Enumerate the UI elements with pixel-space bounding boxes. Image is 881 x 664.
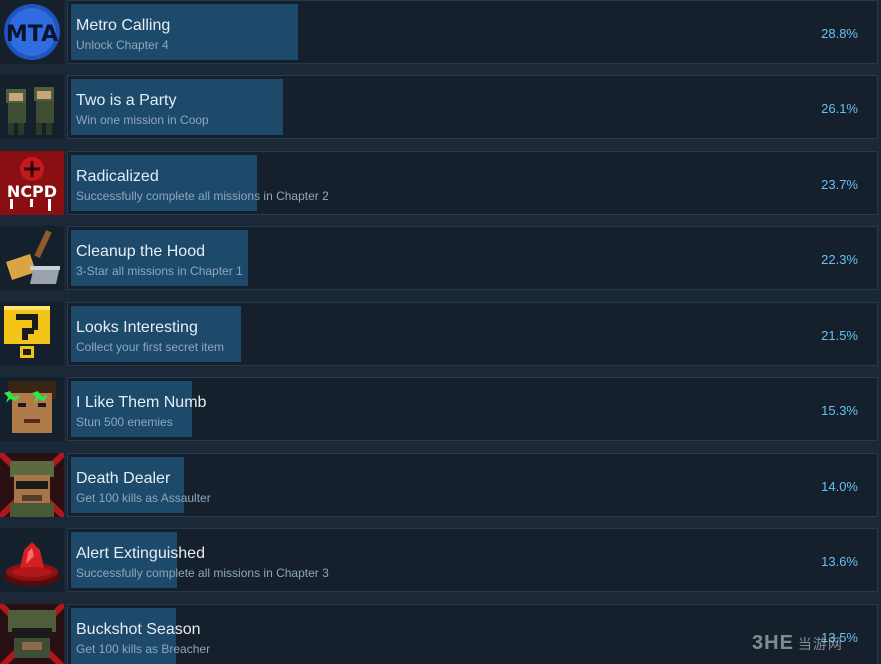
ncpd-graffiti-icon: NCPD	[0, 151, 64, 215]
achievement-row[interactable]: Two is a Party Win one mission in Coop 2…	[0, 75, 881, 139]
achievement-title: Buckshot Season	[76, 621, 201, 638]
achievement-description: Get 100 kills as Assaulter	[76, 491, 211, 505]
achievement-description: Stun 500 enemies	[76, 415, 173, 429]
site-watermark: 3HE 当游网	[752, 632, 878, 660]
achievement-description: Get 100 kills as Breacher	[76, 642, 211, 656]
achievement-title: Two is a Party	[76, 92, 177, 109]
watermark-logo: 3HE	[752, 632, 794, 654]
dazed-face-icon	[0, 377, 64, 441]
assaulter-soldier-icon	[0, 453, 64, 517]
achievement-title: Looks Interesting	[76, 319, 198, 336]
achievement-percent: 15.3%	[821, 403, 858, 418]
achievement-row[interactable]: MTA Metro Calling Unlock Chapter 4 28.8%	[0, 0, 881, 64]
achievement-percent: 28.8%	[821, 26, 858, 41]
achievement-card: Metro Calling Unlock Chapter 4 28.8%	[67, 0, 878, 64]
breacher-soldier-icon	[0, 604, 64, 664]
achievement-description: Collect your first secret item	[76, 340, 225, 354]
achievement-card: Death Dealer Get 100 kills as Assaulter …	[67, 453, 878, 517]
svg-text:NCPD: NCPD	[7, 182, 57, 201]
achievement-title: Cleanup the Hood	[76, 243, 205, 260]
watermark-text: 当游网	[797, 636, 843, 652]
achievement-card: Looks Interesting Collect your first sec…	[67, 302, 878, 366]
question-mark-icon	[0, 302, 64, 366]
achievement-percent: 21.5%	[821, 328, 858, 343]
alarm-light-icon	[0, 528, 64, 592]
achievement-row[interactable]: Cleanup the Hood 3-Star all missions in …	[0, 226, 881, 290]
achievement-list: MTA Metro Calling Unlock Chapter 4 28.8%	[0, 0, 881, 664]
achievement-row[interactable]: I Like Them Numb Stun 500 enemies 15.3%	[0, 377, 881, 441]
achievement-card: Alert Extinguished Successfully complete…	[67, 528, 878, 592]
achievement-row[interactable]: Death Dealer Get 100 kills as Assaulter …	[0, 453, 881, 517]
achievement-title: Alert Extinguished	[76, 545, 205, 562]
achievement-percent: 13.6%	[821, 554, 858, 569]
achievement-description: Win one mission in Coop	[76, 113, 209, 127]
achievement-percent: 23.7%	[821, 177, 858, 192]
achievement-title: Death Dealer	[76, 470, 171, 487]
svg-text:MTA: MTA	[6, 22, 58, 47]
broom-dustpan-icon	[0, 226, 64, 290]
achievement-row[interactable]: Alert Extinguished Successfully complete…	[0, 528, 881, 592]
achievement-card: Cleanup the Hood 3-Star all missions in …	[67, 226, 878, 290]
achievement-card: Two is a Party Win one mission in Coop 2…	[67, 75, 878, 139]
achievement-percent: 26.1%	[821, 101, 858, 116]
achievement-row[interactable]: Buckshot Season Get 100 kills as Breache…	[0, 604, 881, 664]
mta-badge-icon: MTA	[0, 0, 64, 64]
achievement-percent: 14.0%	[821, 479, 858, 494]
achievement-description: Successfully complete all missions in Ch…	[76, 189, 329, 203]
achievement-card: Radicalized Successfully complete all mi…	[67, 151, 878, 215]
achievement-card: I Like Them Numb Stun 500 enemies 15.3%	[67, 377, 878, 441]
achievement-description: Successfully complete all missions in Ch…	[76, 566, 329, 580]
achievement-title: I Like Them Numb	[76, 394, 207, 411]
achievement-row[interactable]: Looks Interesting Collect your first sec…	[0, 302, 881, 366]
achievement-title: Metro Calling	[76, 17, 171, 34]
achievement-description: 3-Star all missions in Chapter 1	[76, 264, 243, 278]
achievement-title: Radicalized	[76, 168, 159, 185]
two-soldiers-icon	[0, 75, 64, 139]
achievement-description: Unlock Chapter 4	[76, 38, 169, 52]
achievement-percent: 22.3%	[821, 252, 858, 267]
achievement-row[interactable]: NCPD Radicalized Successfully complete a…	[0, 151, 881, 215]
